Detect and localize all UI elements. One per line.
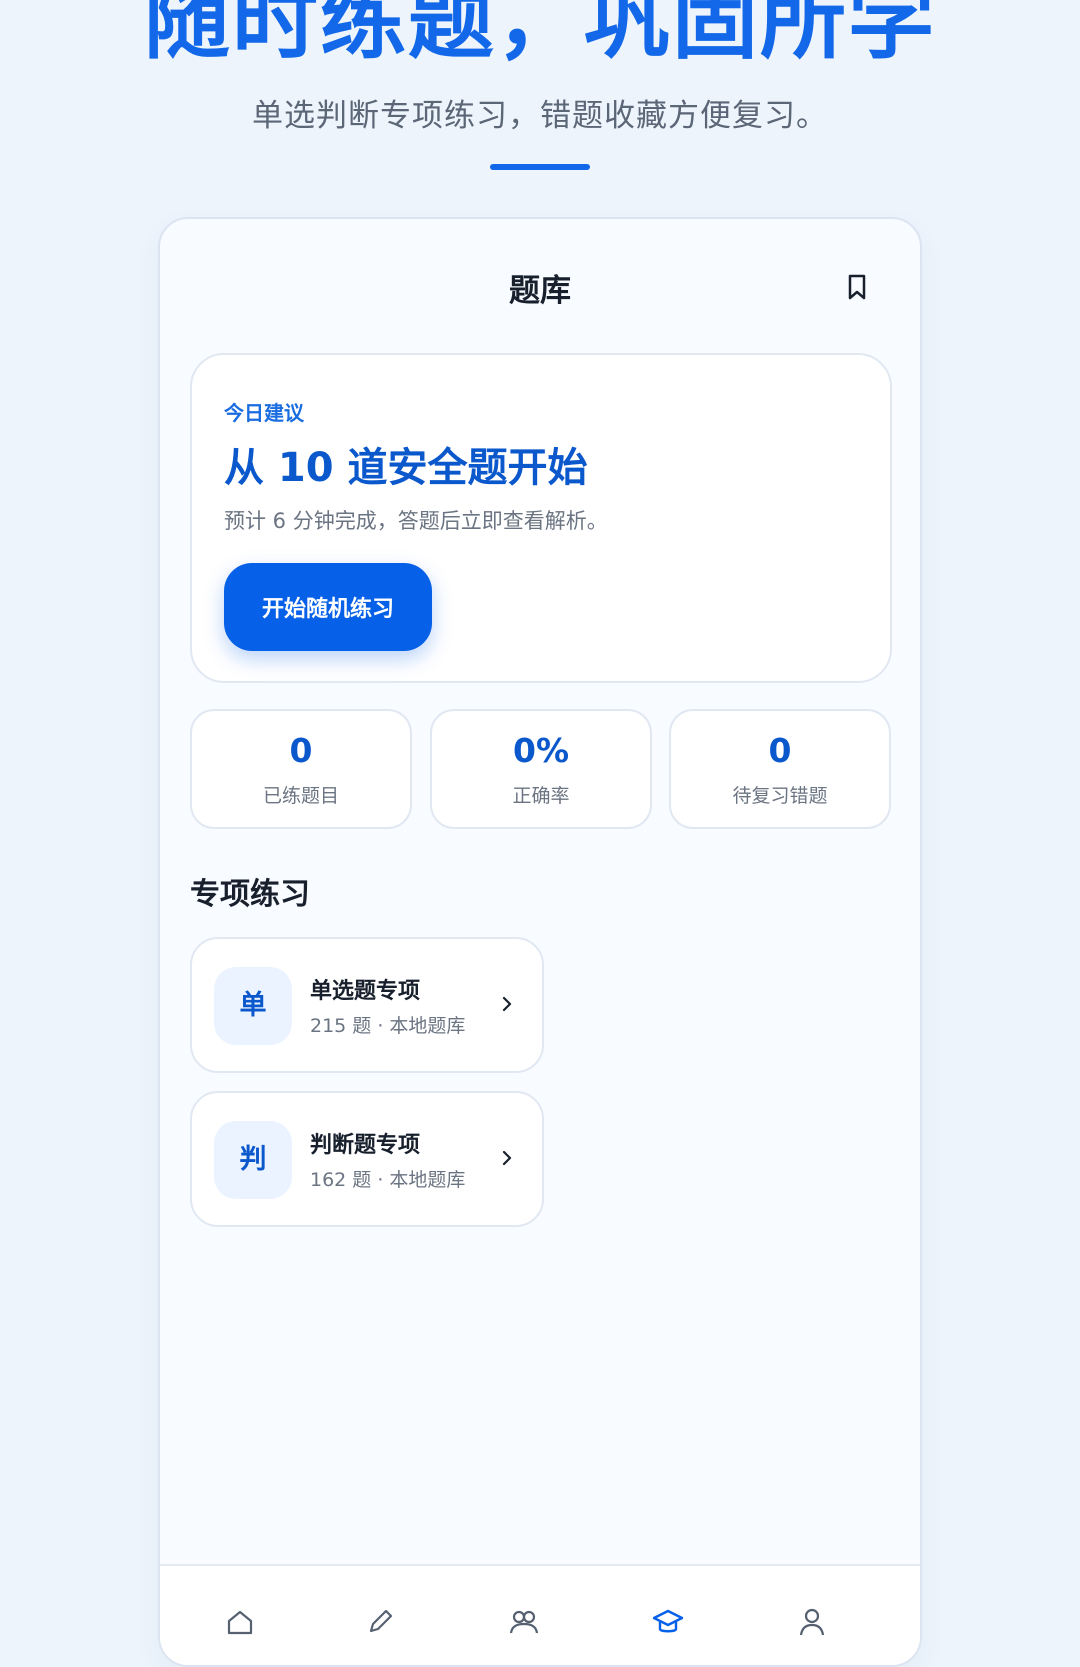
bottom-navigation (160, 1564, 920, 1665)
true-false-icon: 判 (214, 1121, 292, 1199)
stat-practiced-value: 0 (289, 731, 313, 770)
stat-review-card: 0 待复习错题 (669, 709, 891, 829)
single-choice-icon: 单 (214, 967, 292, 1045)
today-description: 预计 6 分钟完成，答题后立即查看解析。 (224, 509, 608, 533)
hero-divider (490, 164, 590, 170)
section-title-practice: 专项练习 (190, 877, 310, 912)
practice-item-title: 单选题专项 (310, 979, 421, 1004)
stat-review-value: 0 (768, 731, 792, 770)
chevron-right-icon (502, 1150, 512, 1166)
today-suggestion-card: 今日建议 从 10 道安全题开始 预计 6 分钟完成，答题后立即查看解析。 开始… (190, 353, 892, 683)
stat-practiced-card: 0 已练题目 (190, 709, 412, 829)
profile-icon[interactable] (794, 1604, 830, 1640)
stat-accuracy-card: 0% 正确率 (430, 709, 652, 829)
home-icon[interactable] (222, 1604, 258, 1640)
stat-practiced-label: 已练题目 (262, 785, 339, 807)
practice-item-subtitle: 162 题 · 本地题库 (310, 1169, 466, 1191)
stat-accuracy-label: 正确率 (512, 785, 570, 807)
edit-icon[interactable] (362, 1604, 398, 1640)
hero-title: 随时练题，巩固所学 (144, 0, 936, 71)
practice-item-title: 判断题专项 (310, 1133, 421, 1158)
practice-item-subtitle: 215 题 · 本地题库 (310, 1015, 466, 1037)
today-headline: 从 10 道安全题开始 (224, 445, 588, 491)
practice-item-true-false[interactable]: 判 判断题专项 162 题 · 本地题库 (190, 1091, 544, 1227)
community-icon[interactable] (506, 1604, 542, 1640)
stat-accuracy-value: 0% (512, 731, 570, 770)
today-label: 今日建议 (224, 401, 304, 425)
page-title: 题库 (509, 273, 571, 309)
phone-frame: 题库 今日建议 从 10 道安全题开始 预计 6 分钟完成，答题后立即查看解析。… (158, 217, 922, 1667)
practice-item-single-choice[interactable]: 单 单选题专项 215 题 · 本地题库 (190, 937, 544, 1073)
chevron-right-icon (502, 996, 512, 1012)
study-icon[interactable] (650, 1604, 686, 1640)
bookmark-icon[interactable] (846, 273, 868, 301)
start-random-practice-button[interactable]: 开始随机练习 (224, 563, 432, 651)
hero-subtitle: 单选判断专项练习，错题收藏方便复习。 (252, 98, 828, 134)
stat-review-label: 待复习错题 (732, 785, 828, 807)
